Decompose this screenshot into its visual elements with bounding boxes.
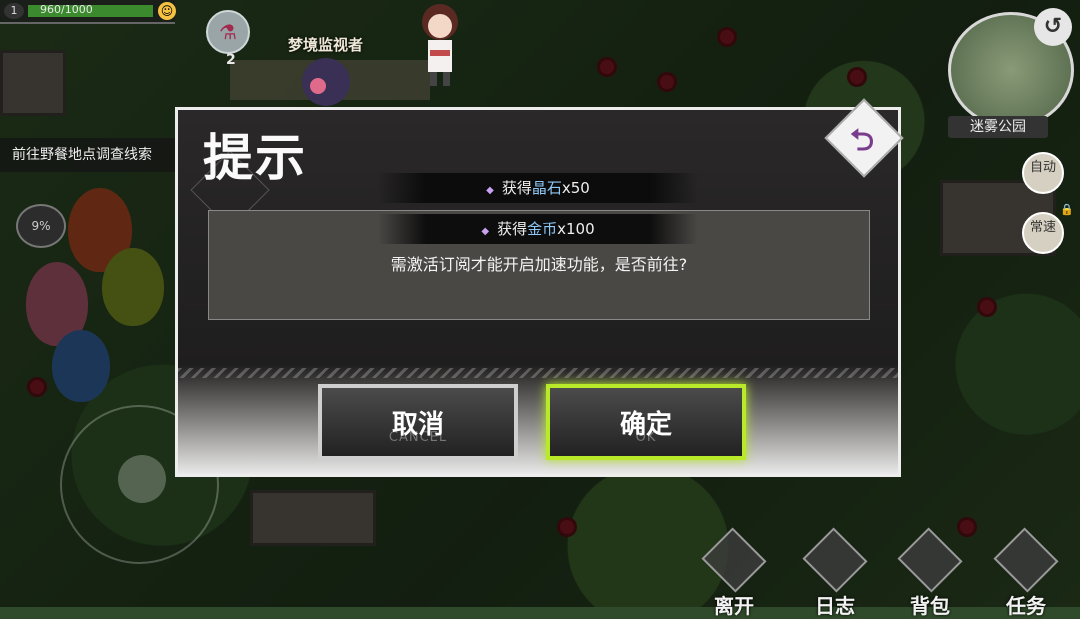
joystick-knob[interactable]: [118, 455, 166, 503]
sparkle-icon: ◆: [481, 226, 490, 237]
speed-toggle-label: 常速: [1029, 220, 1056, 235]
dialog-close-button[interactable]: ⮌: [824, 98, 904, 178]
dialog-message: 需激活订阅才能开启加速功能，是否前往?: [390, 255, 688, 274]
potion-count: 2: [226, 52, 236, 68]
divider-stripes: [178, 368, 898, 378]
player-character: [422, 4, 458, 86]
speed-toggle-button[interactable]: 常速: [1022, 212, 1064, 254]
backpack-icon: [897, 527, 963, 593]
speed-percent-indicator: 9%: [16, 204, 66, 248]
backpack-label: 背包: [910, 594, 950, 618]
quest-tracker[interactable]: 前往野餐地点调查线索: [0, 138, 197, 172]
confirm-button[interactable]: 确定 OK: [546, 384, 746, 460]
journal-button[interactable]: 日志: [797, 527, 873, 618]
quest-label: 任务: [1006, 594, 1046, 618]
quest-button[interactable]: 任务: [988, 527, 1064, 618]
book-icon: [802, 527, 868, 593]
backpack-button[interactable]: 背包: [892, 527, 968, 618]
npc-shadow-creature: [302, 58, 350, 106]
sparkle-icon: ◆: [486, 185, 494, 196]
auto-battle-label: 自动: [1029, 160, 1056, 175]
reward-toast: ◆ 获得晶石x50: [378, 173, 698, 203]
confirm-label: 确定: [619, 410, 672, 440]
leave-label: 离开: [714, 594, 754, 618]
mood-icon[interactable]: ☺: [158, 2, 176, 20]
reward-item: 晶石: [531, 179, 562, 197]
player-level-badge: 1: [4, 3, 24, 19]
exp-text: 960/1000: [40, 3, 93, 16]
leave-button[interactable]: 离开: [696, 527, 772, 618]
reward-prefix: 获得: [501, 179, 532, 197]
reward-prefix: 获得: [497, 220, 528, 238]
prompt-dialog: 提示 ⮌ 需激活订阅才能开启加速功能，是否前往? ◆ 获得晶石x50 ◆ 获得金币x…: [175, 98, 904, 477]
player-status-bar: 1 960/1000 ☺: [0, 0, 176, 24]
journal-label: 日志: [815, 594, 855, 618]
lock-icon: 🔒: [1060, 203, 1074, 216]
return-icon[interactable]: ↺: [1034, 8, 1072, 46]
minimap-location-label: 迷雾公园: [948, 116, 1048, 138]
cancel-label: 取消: [391, 410, 444, 440]
potion-icon[interactable]: ⚗: [206, 10, 250, 54]
cancel-button[interactable]: 取消 CANCEL: [318, 384, 518, 460]
reward-amount: x100: [557, 220, 595, 238]
quest-scroll-icon: [993, 527, 1059, 593]
reward-amount: x50: [561, 179, 590, 197]
auto-battle-button[interactable]: 自动: [1022, 152, 1064, 194]
reward-toast: ◆ 获得金币x100: [378, 214, 698, 244]
undo-arrow-icon: ⮌: [849, 123, 875, 158]
reward-item: 金币: [527, 220, 558, 238]
door-icon: [701, 527, 767, 593]
dialog-title: 提示: [203, 128, 307, 187]
